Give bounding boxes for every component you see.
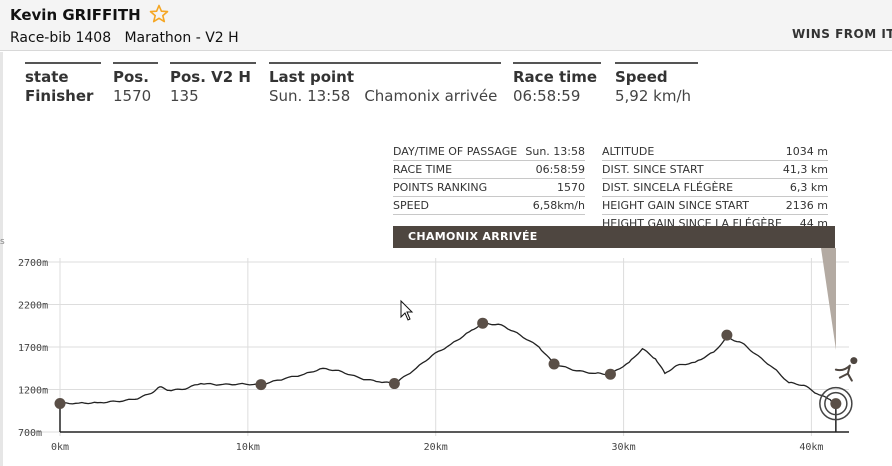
y-tick-label: 700m <box>18 428 42 439</box>
y-tick-label: 2200m <box>18 301 48 312</box>
x-tick-label: 40km <box>799 442 823 453</box>
elevation-profile-line <box>59 322 837 405</box>
elevation-profile-chart: 700m 1200m 1700m 2200m 2700m 0km 10km 20km 30km 4… <box>18 248 858 453</box>
mouse-cursor-icon <box>400 299 414 321</box>
checkpoint-marker[interactable] <box>721 329 733 341</box>
runner-icon <box>850 357 858 365</box>
x-tick-label: 30km <box>612 442 636 453</box>
y-tick-label: 2700m <box>18 258 48 269</box>
checkpoint-marker[interactable] <box>255 379 267 391</box>
checkpoint-marker[interactable] <box>477 317 489 329</box>
checkpoint-marker[interactable] <box>388 378 400 390</box>
x-tick-label: 10km <box>236 442 260 453</box>
banner-pointer <box>821 248 836 350</box>
y-tick-label: 1700m <box>18 343 48 354</box>
y-tick-label: 1200m <box>18 386 48 397</box>
checkpoint-marker[interactable] <box>54 398 66 410</box>
runner-icon-body <box>834 364 853 382</box>
x-tick-label: 20km <box>424 442 448 453</box>
x-tick-label: 0km <box>51 442 69 453</box>
checkpoint-marker[interactable] <box>548 358 560 370</box>
checkpoint-marker[interactable] <box>604 368 616 380</box>
checkpoint-marker[interactable] <box>830 398 842 410</box>
